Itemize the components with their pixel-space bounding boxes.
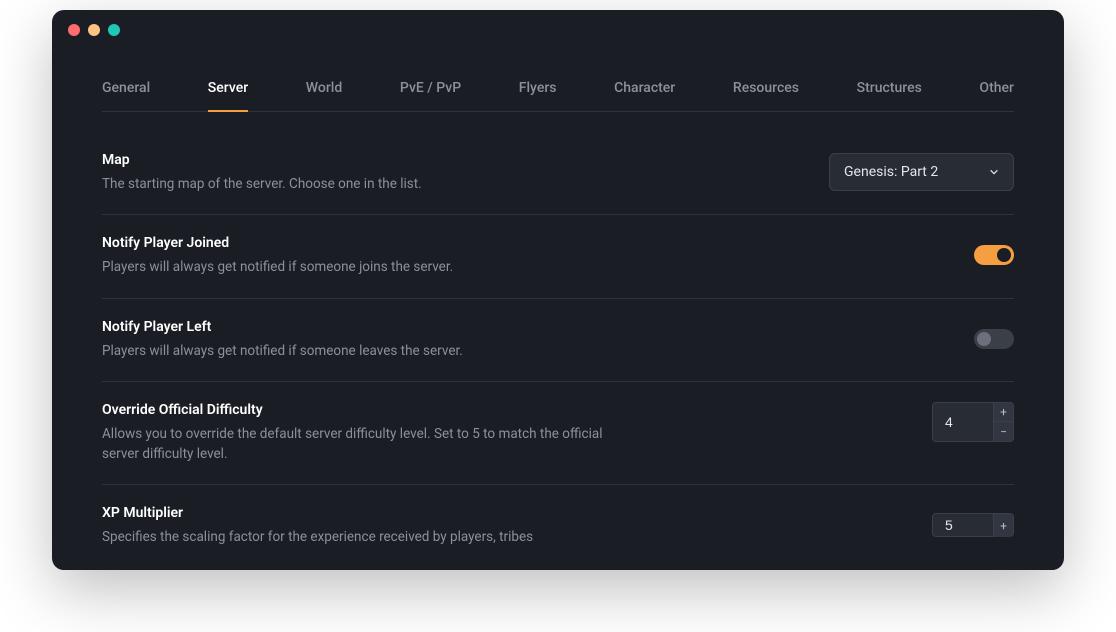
setting-title: XP Multiplier bbox=[102, 505, 622, 521]
tab-character[interactable]: Character bbox=[614, 80, 675, 112]
difficulty-input[interactable] bbox=[932, 402, 994, 442]
settings-window: General Server World PvE / PvP Flyers Ch… bbox=[52, 10, 1064, 570]
setting-desc: Specifies the scaling factor for the exp… bbox=[102, 527, 622, 547]
settings-list: Map The starting map of the server. Choo… bbox=[102, 142, 1014, 568]
difficulty-stepper: + − bbox=[932, 402, 1014, 442]
notify-joined-toggle[interactable] bbox=[974, 245, 1014, 265]
notify-left-toggle[interactable] bbox=[974, 329, 1014, 349]
tab-flyers[interactable]: Flyers bbox=[519, 80, 557, 112]
setting-notify-joined: Notify Player Joined Players will always… bbox=[102, 215, 1014, 298]
content-area: General Server World PvE / PvP Flyers Ch… bbox=[52, 50, 1064, 568]
tab-resources[interactable]: Resources bbox=[733, 80, 799, 112]
difficulty-decrement-button[interactable]: − bbox=[994, 421, 1014, 442]
setting-desc: Players will always get notified if some… bbox=[102, 257, 622, 277]
overflow-fade bbox=[52, 564, 1064, 570]
select-value: Genesis: Part 2 bbox=[844, 164, 938, 180]
tab-pve-pvp[interactable]: PvE / PvP bbox=[400, 80, 461, 112]
xp-input[interactable] bbox=[932, 513, 994, 537]
setting-desc: Allows you to override the default serve… bbox=[102, 424, 622, 465]
maximize-icon[interactable] bbox=[108, 24, 120, 36]
setting-xp-multiplier: XP Multiplier Specifies the scaling fact… bbox=[102, 485, 1014, 567]
toggle-thumb bbox=[997, 248, 1011, 262]
tab-world[interactable]: World bbox=[306, 80, 342, 112]
window-titlebar bbox=[52, 10, 1064, 50]
close-icon[interactable] bbox=[68, 24, 80, 36]
map-select[interactable]: Genesis: Part 2 bbox=[829, 153, 1014, 191]
chevron-down-icon bbox=[989, 167, 999, 177]
minimize-icon[interactable] bbox=[88, 24, 100, 36]
setting-title: Notify Player Left bbox=[102, 319, 622, 335]
setting-override-difficulty: Override Official Difficulty Allows you … bbox=[102, 382, 1014, 486]
tabs-nav: General Server World PvE / PvP Flyers Ch… bbox=[102, 80, 1014, 112]
difficulty-increment-button[interactable]: + bbox=[994, 402, 1014, 422]
setting-title: Notify Player Joined bbox=[102, 235, 622, 251]
xp-stepper: + bbox=[932, 513, 1014, 537]
xp-increment-button[interactable]: + bbox=[994, 513, 1014, 537]
setting-map: Map The starting map of the server. Choo… bbox=[102, 142, 1014, 215]
tab-general[interactable]: General bbox=[102, 80, 150, 112]
setting-notify-left: Notify Player Left Players will always g… bbox=[102, 299, 1014, 382]
tab-server[interactable]: Server bbox=[208, 80, 248, 112]
tab-structures[interactable]: Structures bbox=[857, 80, 922, 112]
setting-desc: Players will always get notified if some… bbox=[102, 341, 622, 361]
toggle-thumb bbox=[977, 332, 991, 346]
setting-title: Map bbox=[102, 152, 622, 168]
setting-title: Override Official Difficulty bbox=[102, 402, 622, 418]
tab-other[interactable]: Other bbox=[979, 80, 1014, 112]
setting-desc: The starting map of the server. Choose o… bbox=[102, 174, 622, 194]
